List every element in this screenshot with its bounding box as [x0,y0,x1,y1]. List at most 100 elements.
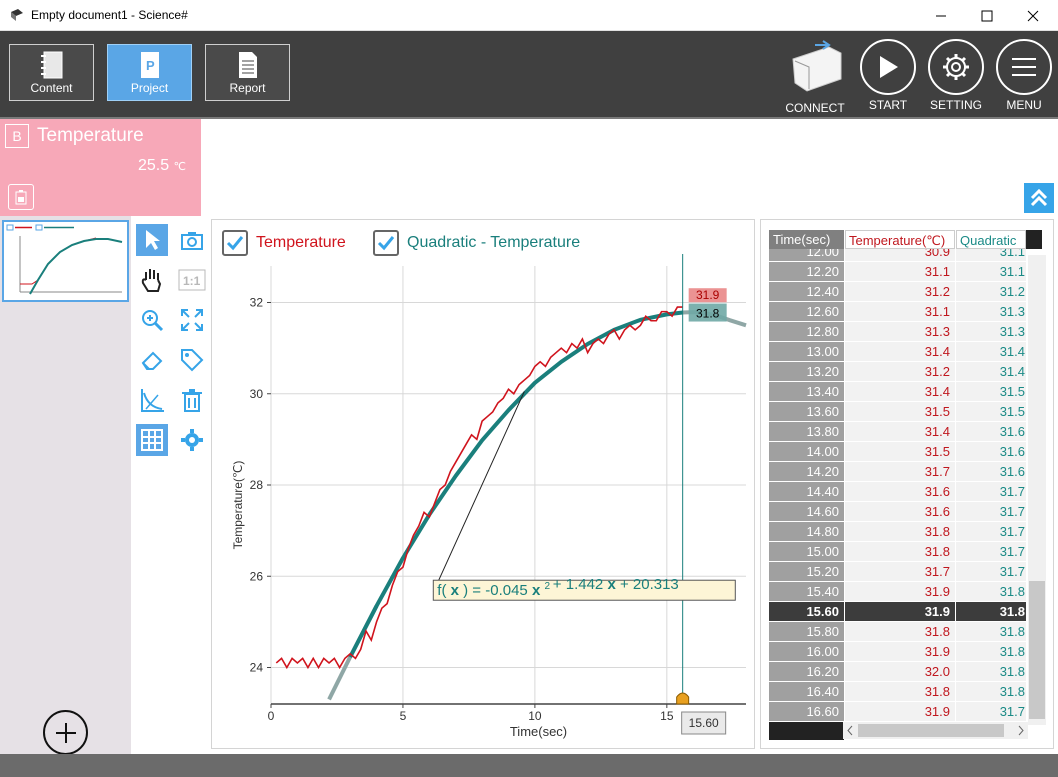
page-thumbnail[interactable] [2,220,129,302]
table-cell: 31.8 [956,602,1026,621]
table-cell: 12.20 [769,262,844,281]
table-row[interactable]: 12.40 31.2 31.2 [769,282,1034,302]
autoscale-tool[interactable] [176,304,208,336]
table-cell: 16.00 [769,642,844,661]
data-table-panel[interactable]: 12.00 30.9 31.1 12.20 31.1 31.1 12.40 31.2 31.2 1… [760,219,1054,749]
table-vertical-scroll-thumb[interactable] [1029,581,1045,719]
table-cell: 31.3 [845,322,955,341]
report-button[interactable]: Report [205,44,290,101]
table-cell: 14.60 [769,502,844,521]
minimize-button[interactable] [918,0,964,31]
add-page-button[interactable] [43,710,88,755]
table-row[interactable]: 13.80 31.4 31.6 [769,422,1034,442]
collapse-up-button[interactable] [1024,183,1054,213]
select-tool[interactable] [136,224,168,256]
table-row[interactable]: 16.00 31.9 31.8 [769,642,1034,662]
analysis-tool[interactable] [136,384,168,416]
table-cell: 13.40 [769,382,844,401]
table-cell: 12.40 [769,282,844,301]
actual-size-tool[interactable]: 1:1 [176,264,208,296]
graph-settings-tool[interactable] [176,424,208,456]
maximize-icon [981,10,993,21]
sensor-card[interactable]: B Temperature 25.5 ℃ [0,119,201,216]
table-row[interactable]: 16.60 31.9 31.7 [769,702,1034,722]
table-row[interactable]: 14.00 31.5 31.6 [769,442,1034,462]
delete-tool[interactable] [176,384,208,416]
table-cell: 14.00 [769,442,844,461]
screenshot-tool[interactable] [176,224,208,256]
table-header-corner [1026,230,1042,249]
close-button[interactable] [1010,0,1056,31]
table-row[interactable]: 15.80 31.8 31.8 [769,622,1034,642]
pan-tool[interactable] [136,264,168,296]
x-tick-label: 10 [528,709,542,723]
scroll-left-icon[interactable] [843,722,857,739]
table-row[interactable]: 13.20 31.2 31.4 [769,362,1034,382]
table-row[interactable]: 15.00 31.8 31.7 [769,542,1034,562]
x-axis-label: Time(sec) [510,724,567,739]
table-cell: 31.2 [956,282,1026,301]
table-cell: 31.2 [845,362,955,381]
start-button[interactable]: START [858,39,918,113]
camera-icon [181,232,203,250]
usb-device-icon [792,40,842,92]
label-tool[interactable] [176,344,208,376]
table-row[interactable]: 13.00 31.4 31.4 [769,342,1034,362]
pointer-icon [146,230,160,250]
table-cell: 31.4 [845,382,955,401]
table-cell: 15.60 [769,602,844,621]
table-cell: 12.80 [769,322,844,341]
project-button[interactable]: P Project [107,44,192,101]
cursor-handle-icon[interactable] [676,692,690,705]
table-row[interactable]: 16.20 32.0 31.8 [769,662,1034,682]
table-cell: 16.60 [769,702,844,721]
table-row[interactable]: 12.60 31.1 31.3 [769,302,1034,322]
table-cell: 16.20 [769,662,844,681]
table-cell: 31.5 [845,402,955,421]
menu-button[interactable]: MENU [994,39,1054,113]
graph-panel[interactable]: Temperature Quadratic - Temperature 0 5 10… [211,219,755,749]
grid-toggle[interactable] [136,424,168,456]
erase-tool[interactable] [136,344,168,376]
connect-label: CONNECT [785,101,845,115]
table-row[interactable]: 13.60 31.5 31.5 [769,402,1034,422]
table-cell: 31.8 [956,642,1026,661]
zoom-tool[interactable] [136,304,168,336]
table-row[interactable]: 12.80 31.3 31.3 [769,322,1034,342]
table-header-cell[interactable]: Time(sec) [769,230,844,249]
maximize-button[interactable] [964,0,1010,31]
setting-button[interactable]: SETTING [926,39,986,113]
table-row[interactable]: 14.80 31.8 31.7 [769,522,1034,542]
table-row[interactable]: 13.40 31.4 31.5 [769,382,1034,402]
table-row[interactable]: 14.20 31.7 31.6 [769,462,1034,482]
table-cell: 31.8 [956,622,1026,641]
series-temperature-line[interactable] [275,306,683,670]
svg-text:1:1: 1:1 [183,274,201,288]
window-title: Empty document1 - Science# [31,8,188,22]
table-cell: 13.60 [769,402,844,421]
table-cell: 31.6 [845,482,955,501]
table-cell: 31.7 [956,502,1026,521]
table-row[interactable]: 15.60 31.9 31.8 [769,602,1034,622]
battery-button[interactable] [8,184,34,210]
start-label: START [868,98,908,112]
chart-canvas[interactable]: 0 5 10 15 24 26 28 30 32 Time(sec) Temperature(℃) 1… [212,220,756,750]
grid-icon [141,429,163,451]
content-button[interactable]: Content [9,44,94,101]
table-row[interactable]: 14.60 31.6 31.7 [769,502,1034,522]
table-row[interactable]: 15.20 31.7 31.7 [769,562,1034,582]
table-header-cell[interactable]: Quadratic [956,230,1026,249]
table-cell: 15.20 [769,562,844,581]
table-row[interactable]: 14.40 31.6 31.7 [769,482,1034,502]
table-row[interactable]: 15.40 31.9 31.8 [769,582,1034,602]
table-cell: 13.20 [769,362,844,381]
table-cell: 14.80 [769,522,844,541]
table-row[interactable]: 16.40 31.8 31.8 [769,682,1034,702]
table-row[interactable]: 12.20 31.1 31.1 [769,262,1034,282]
one-to-one-icon: 1:1 [178,269,206,291]
table-cell: 31.6 [956,462,1026,481]
connect-button[interactable]: CONNECT [785,39,845,115]
scroll-right-icon[interactable] [1014,722,1028,739]
table-header-cell[interactable]: Temperature(℃) [845,230,955,249]
table-horizontal-scroll-thumb[interactable] [858,724,1004,737]
